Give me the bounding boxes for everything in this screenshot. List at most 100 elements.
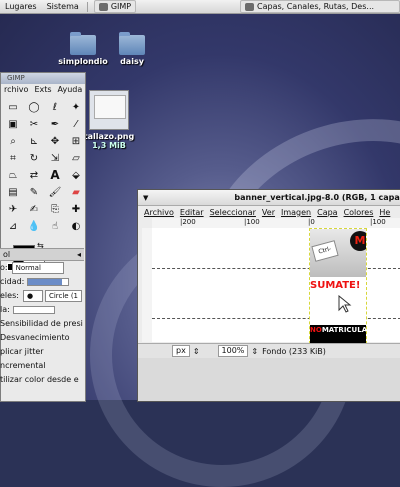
desktop-icon-size: 1,3 MiB — [92, 141, 126, 150]
option-check[interactable]: ncremental — [0, 359, 84, 373]
banner-top-graphic: Ctrl- M — [310, 229, 366, 277]
option-check[interactable]: Desvanecimiento — [0, 331, 84, 345]
scale-slider[interactable] — [12, 306, 55, 314]
blend-icon[interactable]: ▤ — [5, 185, 21, 199]
opacity-slider[interactable] — [27, 278, 70, 286]
gimp-icon — [98, 2, 108, 11]
menu-sistema[interactable]: Sistema — [42, 2, 84, 11]
banner-logo: M — [350, 231, 366, 251]
airbrush-icon[interactable]: ✈ — [5, 202, 21, 216]
mode-select[interactable]: Normal — [11, 262, 64, 274]
crop-icon[interactable]: ⌗ — [5, 151, 21, 165]
opacity-label: cidad: — [0, 277, 25, 286]
clone-icon[interactable]: ⎘ — [47, 202, 63, 216]
perspective-clone-icon[interactable]: ⊿ — [5, 219, 21, 233]
desktop-icon-label: daisy — [120, 57, 144, 66]
measure-icon[interactable]: ⊾ — [26, 134, 42, 148]
tool-grid: ▭ ◯ ℓ ✦ ▣ ✂ ✒ ⁄ ⌕ ⊾ ✥ ⊞ ⌗ ↻ ⇲ ▱ ⏢ ⇄ A ⬙ … — [1, 96, 85, 233]
menu-lugares[interactable]: Lugares — [0, 2, 42, 11]
zoom-select[interactable]: 100% — [217, 345, 249, 357]
zoom-dropdown-icon[interactable]: ⇕ — [251, 347, 258, 356]
unit-dropdown-icon[interactable]: ⇕ — [193, 347, 200, 356]
bucket-icon[interactable]: ⬙ — [68, 168, 84, 182]
desktop-icon-label: simplondio — [58, 57, 108, 66]
heal-icon[interactable]: ✚ — [68, 202, 84, 216]
option-label: Sensibilidad de presi — [0, 319, 83, 328]
toolbox-menubar: rchivo Exts Ayuda — [1, 84, 85, 96]
brush-preview-icon[interactable]: ● — [22, 290, 43, 302]
eraser-icon[interactable]: ▰ — [68, 185, 84, 199]
taskbar-label: Capas, Canales, Rutas, Des... — [257, 2, 375, 11]
option-check[interactable]: plicar jitter — [0, 345, 84, 359]
window-menu-icon[interactable]: ▼ — [143, 194, 148, 202]
brush-name-field[interactable]: Circle (1 — [44, 290, 83, 302]
banner-no-text: NO — [310, 326, 322, 334]
scissors-icon[interactable]: ✂ — [26, 117, 42, 131]
ruler-label: |0 — [308, 218, 315, 226]
perspective-icon[interactable]: ⏢ — [5, 168, 21, 182]
image-window-title: banner_vertical.jpg-8.0 (RGB, 1 capa) 88… — [234, 193, 400, 202]
dodge-icon[interactable]: ◐ — [68, 219, 84, 233]
option-label: plicar jitter — [0, 347, 44, 356]
scale-label: la: — [0, 305, 10, 314]
folder-icon — [70, 32, 96, 55]
image-window-lower-area — [138, 358, 400, 401]
desktop-icon-label: tallazo.png — [83, 132, 135, 141]
ink-icon[interactable]: ✍ — [26, 202, 42, 216]
desktop-icon-simplondio[interactable]: simplondio — [56, 32, 110, 66]
fuzzy-select-icon[interactable]: ✦ — [68, 100, 84, 114]
taskbar-gimp[interactable]: GIMP — [93, 0, 137, 13]
ruler-label: |100 — [370, 218, 386, 226]
gimp-icon — [245, 2, 254, 11]
image-statusbar: px ⇕ 100% ⇕ Fondo (233 KiB) — [138, 343, 400, 358]
brush-row: eles: ● Circle (1 — [0, 289, 84, 303]
option-check[interactable]: tilizar color desde e — [0, 373, 84, 387]
ctrl-key-graphic: Ctrl- — [311, 240, 339, 262]
tool-options-title: ol — [3, 250, 11, 259]
zoom-icon[interactable]: ⌕ — [5, 134, 21, 148]
toolbox-menu-exts[interactable]: Exts — [31, 84, 54, 96]
image-thumbnail-icon — [89, 90, 129, 130]
opacity-row: cidad: — [0, 275, 84, 289]
by-color-icon[interactable]: ▣ — [5, 117, 21, 131]
option-label: Desvanecimiento — [0, 333, 70, 342]
taskbar-layers-dialog[interactable]: Capas, Canales, Rutas, Des... — [240, 0, 400, 13]
banner-image[interactable]: Ctrl- M SUMATE! NOMATRICULA — [309, 228, 367, 344]
flip-icon[interactable]: ⇄ — [26, 168, 42, 182]
canvas-area[interactable]: Ctrl- M SUMATE! NOMATRICULA — [152, 228, 400, 344]
banner-bottom-text: NOMATRICULA — [310, 325, 366, 343]
layer-info: Fondo (233 KiB) — [262, 346, 326, 356]
rotate-icon[interactable]: ↻ — [26, 151, 42, 165]
pencil-icon[interactable]: ✎ — [26, 185, 42, 199]
smudge-icon[interactable]: ☝ — [47, 219, 63, 233]
move-icon[interactable]: ✥ — [47, 134, 63, 148]
toolbox-title: GIMP — [1, 73, 85, 84]
panel-menu-icon[interactable]: ◂ — [77, 249, 81, 260]
ruler-label: |100 — [244, 218, 260, 226]
scale-icon[interactable]: ⇲ — [47, 151, 63, 165]
desktop-icon-daisy[interactable]: daisy — [110, 32, 154, 66]
paths-icon[interactable]: ✒ — [47, 117, 63, 131]
top-panel: Lugares Sistema GIMP Capas, Canales, Rut… — [0, 0, 400, 14]
option-check[interactable]: Sensibilidad de presi — [0, 317, 84, 331]
color-picker-icon[interactable]: ⁄ — [68, 117, 84, 131]
align-icon[interactable]: ⊞ — [68, 134, 84, 148]
select-rect-icon[interactable]: ▭ — [5, 100, 21, 114]
paintbrush-icon[interactable]: 🖌 — [47, 185, 63, 199]
unit-select[interactable]: px — [172, 345, 190, 357]
lasso-icon[interactable]: ℓ — [47, 100, 63, 114]
option-label: ncremental — [0, 361, 46, 370]
desktop-icon-screenshot[interactable]: tallazo.png 1,3 MiB — [82, 90, 136, 150]
text-icon[interactable]: A — [47, 168, 63, 182]
tool-options-panel: ol ◂ o: Normal cidad: eles: ● Circle (1 … — [0, 248, 84, 387]
banner-sumate-text: SUMATE! — [310, 280, 361, 291]
toolbox-menu-archivo[interactable]: rchivo — [1, 84, 31, 96]
ruler-label: |200 — [180, 218, 196, 226]
toolbox-menu-ayuda[interactable]: Ayuda — [55, 84, 85, 96]
image-window: ▼ banner_vertical.jpg-8.0 (RGB, 1 capa) … — [137, 189, 400, 402]
shear-icon[interactable]: ▱ — [68, 151, 84, 165]
select-ellipse-icon[interactable]: ◯ — [26, 100, 42, 114]
blur-icon[interactable]: 💧 — [26, 219, 42, 233]
taskbar-label: GIMP — [110, 2, 132, 11]
panel-separator — [86, 1, 88, 12]
